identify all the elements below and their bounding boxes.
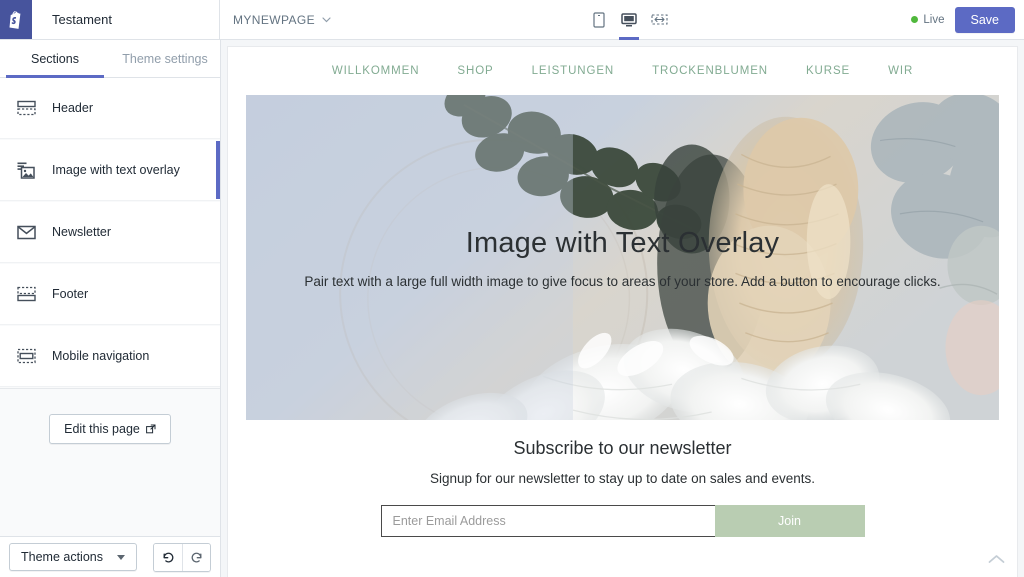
live-status-dot [911,16,919,23]
device-toggle-mobile[interactable] [586,0,612,40]
nav-link-kurse[interactable]: KURSE [806,65,850,77]
hero-text-block: Image with Text Overlay Pair text with a… [246,227,999,289]
undo-button[interactable] [154,543,182,571]
page-selector-label: MYNEWPAGE [233,12,316,27]
device-preview-toggles [586,0,672,40]
device-toggle-full-width[interactable] [646,0,672,40]
collapse-toggle[interactable] [988,551,1005,569]
hero-section[interactable]: Image with Text Overlay Pair text with a… [246,95,999,420]
theme-actions-button[interactable]: Theme actions [9,543,137,571]
storefront-nav: WILLKOMMEN SHOP LEISTUNGEN TROCKENBLUMEN… [228,47,1017,95]
chevron-down-icon [322,16,331,22]
header-layout-icon [16,98,36,118]
edit-this-page-label: Edit this page [64,422,140,436]
sidebar-item-newsletter[interactable]: Newsletter [0,202,220,263]
nav-link-trockenblumen[interactable]: TROCKENBLUMEN [652,65,768,77]
envelope-icon [16,222,36,242]
tab-theme-settings[interactable]: Theme settings [110,40,220,77]
shopify-logo[interactable] [0,0,32,39]
sidebar-item-image-with-text-overlay[interactable]: Image with text overlay [0,140,220,201]
sidebar-item-mobile-navigation[interactable]: Mobile navigation [0,326,220,387]
edit-this-page-button[interactable]: Edit this page [49,414,171,444]
sidebar-item-footer[interactable]: Footer [0,264,220,325]
newsletter-form: Join [380,505,865,537]
nav-link-willkommen[interactable]: WILLKOMMEN [332,65,420,77]
page-selector[interactable]: MYNEWPAGE [220,0,331,39]
hero-subtitle: Pair text with a large full width image … [304,273,941,289]
image-overlay-icon [16,160,36,180]
newsletter-subtitle: Signup for our newsletter to stay up to … [430,471,815,486]
newsletter-section[interactable]: Subscribe to our newsletter Signup for o… [228,420,1017,577]
chevron-up-icon [988,555,1005,563]
topbar-actions: Live Save [911,0,1024,39]
undo-arrow-icon [163,552,173,562]
theme-name: Testament [32,0,220,39]
nav-link-wir[interactable]: WIR [888,65,913,77]
device-toggle-desktop[interactable] [616,0,642,40]
nav-link-leistungen[interactable]: LEISTUNGEN [532,65,615,77]
section-list: Header Image with text overlay Newslette… [0,78,220,388]
editor-body: Sections Theme settings Header Image wit… [0,40,1024,577]
caret-down-icon [116,554,125,560]
sidebar-footer: Theme actions [0,536,220,577]
preview-pane: WILLKOMMEN SHOP LEISTUNGEN TROCKENBLUMEN… [221,40,1024,577]
external-link-icon [145,424,156,434]
sidebar-item-label: Header [52,101,93,115]
tab-sections[interactable]: Sections [0,40,110,78]
sidebar-actions-area: Edit this page [0,388,220,536]
theme-editor-app: Testament MYNEWPAGE Live Save Sections T… [0,0,1024,577]
sidebar-item-label: Newsletter [52,225,112,239]
email-input[interactable] [380,505,715,537]
sidebar-tabs: Sections Theme settings [0,40,220,78]
hero-padding: Image with Text Overlay Pair text with a… [228,95,1017,420]
redo-button[interactable] [182,543,210,571]
nav-link-shop[interactable]: SHOP [457,65,493,77]
save-button[interactable]: Save [954,6,1015,33]
sidebar-item-label: Mobile navigation [52,349,150,363]
sidebar-item-label: Footer [52,287,89,301]
desktop-icon [621,13,637,27]
sidebar: Sections Theme settings Header Image wit… [0,40,221,577]
undo-redo-group [153,542,211,572]
shopify-bag-icon [9,10,21,29]
mobile-icon [593,12,605,28]
storefront-preview: WILLKOMMEN SHOP LEISTUNGEN TROCKENBLUMEN… [227,46,1018,577]
sidebar-item-label: Image with text overlay [52,163,180,177]
newsletter-title: Subscribe to our newsletter [513,438,732,458]
join-button[interactable]: Join [714,505,865,537]
footer-layout-icon [16,284,36,304]
theme-actions-label: Theme actions [21,550,103,564]
live-status-label: Live [923,13,945,26]
top-bar: Testament MYNEWPAGE Live Save [0,0,1024,40]
mobile-nav-icon [16,346,36,366]
redo-arrow-icon [191,552,202,562]
hero-title: Image with Text Overlay [465,226,780,259]
live-status: Live [911,13,945,26]
full-width-icon [650,14,668,25]
sidebar-item-header[interactable]: Header [0,78,220,139]
